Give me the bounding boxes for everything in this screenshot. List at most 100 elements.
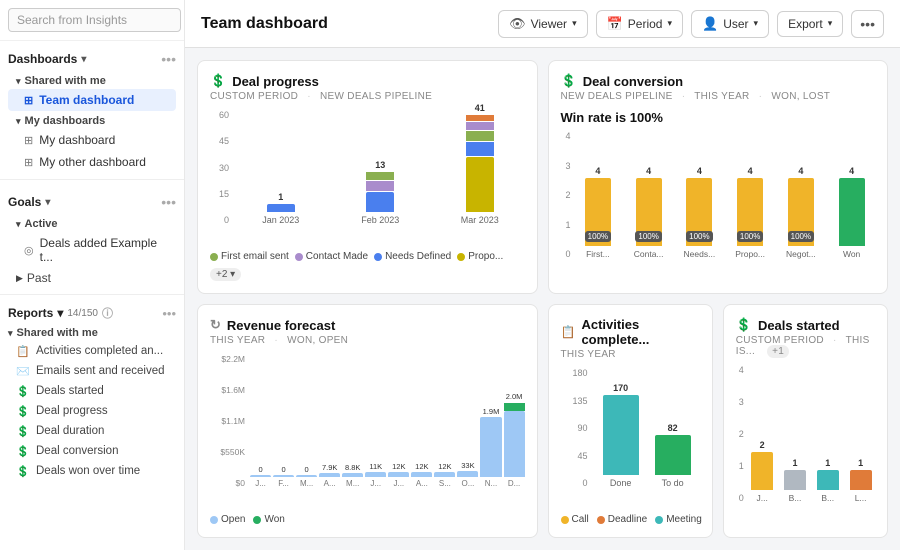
deals-started-chart-area: 2 J... 1 B... 1 B...	[748, 365, 875, 503]
viewer-chevron-icon: ▾	[572, 18, 577, 29]
my-dashboards-chevron-icon: ▾	[16, 116, 21, 127]
revenue-forecast-subtitle: THIS YEAR · WON, OPEN	[210, 335, 525, 346]
deal-conversion-card: 💲 Deal conversion NEW DEALS PIPELINE · T…	[548, 60, 889, 294]
dashboard-icon: ⊞	[24, 94, 33, 107]
revenue-icon: ↻	[210, 317, 221, 333]
dashboards-more-icon[interactable]: •••	[161, 51, 176, 67]
sidebar-report-item-3[interactable]: 💲Deal progress	[0, 401, 184, 421]
conv-y-axis: 43210	[561, 131, 573, 259]
reports-title[interactable]: Reports ▾ 14/150 ⓘ	[8, 305, 113, 321]
goal-icon: ◎	[24, 244, 34, 257]
win-rate-label: Win rate is 100%	[561, 110, 876, 125]
goals-header[interactable]: Goals ▾ •••	[8, 190, 176, 214]
sidebar-report-item-0[interactable]: 📋Activities completed an...	[0, 341, 184, 361]
user-icon: 👤	[702, 16, 718, 32]
search-input[interactable]	[8, 8, 181, 32]
activities-card: 📋 Activities complete... THIS YEAR 18013…	[548, 304, 713, 538]
ds-y-axis: 43210	[736, 365, 746, 503]
goals-more-icon[interactable]: •••	[161, 194, 176, 210]
sidebar-item-other-dashboard[interactable]: ⊞ My other dashboard	[8, 151, 176, 173]
deals-started-title: 💲 Deals started	[736, 317, 875, 333]
sidebar-report-item-2[interactable]: 💲Deals started	[0, 381, 184, 401]
topbar: Team dashboard 👁 Viewer ▾ 📅 Period ▾ 👤 U…	[185, 0, 900, 48]
deals-started-filter[interactable]: +1	[767, 345, 789, 358]
report-icon-4: 💲	[16, 424, 30, 438]
deal-conversion-subtitle: NEW DEALS PIPELINE · THIS YEAR · WON, LO…	[561, 91, 876, 102]
deal-progress-card: 💲 Deal progress CUSTOM PERIOD · NEW DEAL…	[197, 60, 538, 294]
search-bar: +	[0, 0, 184, 41]
page-title: Team dashboard	[201, 15, 490, 33]
period-chevron-icon: ▾	[667, 18, 672, 29]
conversion-chart-area: 4 100% First... 4 100%	[575, 131, 876, 259]
past-group[interactable]: ▶ Past	[8, 268, 176, 288]
revenue-forecast-card: ↻ Revenue forecast THIS YEAR · WON, OPEN…	[197, 304, 538, 538]
report-icon-2: 💲	[16, 384, 30, 398]
dashboards-header[interactable]: Dashboards ▾ •••	[8, 47, 176, 71]
deals-started-subtitle: CUSTOM PERIOD · THIS IS... +1	[736, 335, 875, 357]
revenue-legend: Open Won	[210, 514, 525, 525]
deal-conversion-icon: 💲	[561, 73, 577, 89]
report-icon-0: 📋	[16, 344, 30, 358]
deal-conversion-title: 💲 Deal conversion	[561, 73, 876, 89]
viewer-icon: 👁	[509, 16, 526, 32]
deal-progress-title: 💲 Deal progress	[210, 73, 525, 89]
period-button[interactable]: 📅 Period ▾	[596, 10, 683, 38]
period-icon: 📅	[607, 16, 623, 32]
bottom-right-grid: 📋 Activities complete... THIS YEAR 18013…	[548, 304, 889, 538]
viewer-button[interactable]: 👁 Viewer ▾	[498, 10, 588, 38]
activities-legend: Call Deadline Meeting	[561, 514, 700, 525]
legend-more-button[interactable]: +2 ▾	[210, 268, 241, 281]
active-group[interactable]: ▾ Active	[8, 214, 176, 232]
more-options-button[interactable]: •••	[851, 10, 884, 38]
dashboards-title: Dashboards ▾	[8, 52, 86, 66]
revenue-forecast-title: ↻ Revenue forecast	[210, 317, 525, 333]
report-icon-5: 💲	[16, 444, 30, 458]
sidebar-report-item-1[interactable]: ✉️Emails sent and received	[0, 361, 184, 381]
report-icon-3: 💲	[16, 404, 30, 418]
activities-icon: 📋	[561, 325, 576, 339]
report-icon-6: 💲	[16, 464, 30, 478]
shared-with-me-group[interactable]: ▾ Shared with me	[8, 71, 176, 89]
reports-info-icon: ⓘ	[102, 305, 113, 321]
my-dashboard-icon: ⊞	[24, 134, 33, 147]
dashboards-section: Dashboards ▾ ••• ▾ Shared with me ⊞ Team…	[0, 41, 184, 175]
goals-chevron-icon: ▾	[45, 197, 50, 208]
user-chevron-icon: ▾	[754, 18, 759, 29]
main-content: Team dashboard 👁 Viewer ▾ 📅 Period ▾ 👤 U…	[185, 0, 900, 550]
sidebar-report-item-6[interactable]: 💲Deals won over time	[0, 461, 184, 481]
sidebar-item-team-dashboard[interactable]: ⊞ Team dashboard	[8, 89, 176, 111]
sidebar-report-item-4[interactable]: 💲Deal duration	[0, 421, 184, 441]
sidebar-item-deals-added[interactable]: ◎ Deals added Example t...	[8, 232, 176, 268]
activities-subtitle: THIS YEAR	[561, 349, 700, 360]
reports-shared-chevron-icon: ▾	[8, 328, 13, 339]
user-button[interactable]: 👤 User ▾	[691, 10, 769, 38]
dashboards-chevron-icon: ▾	[81, 54, 86, 65]
deals-started-icon: 💲	[736, 317, 752, 333]
reports-chevron-icon: ▾	[57, 306, 63, 320]
deals-started-card: 💲 Deals started CUSTOM PERIOD · THIS IS.…	[723, 304, 888, 538]
rev-y-axis: $2.2M$1.6M$1.1M$550K$0	[210, 354, 248, 488]
active-chevron-icon: ▾	[16, 219, 21, 230]
reports-actions: •••	[162, 306, 176, 321]
reports-shared-label[interactable]: ▾ Shared with me	[0, 323, 184, 341]
past-chevron-icon: ▶	[16, 273, 23, 284]
sidebar-report-item-5[interactable]: 💲Deal conversion	[0, 441, 184, 461]
other-dashboard-icon: ⊞	[24, 156, 33, 169]
reports-header: Reports ▾ 14/150 ⓘ •••	[0, 299, 184, 323]
sidebar: + Dashboards ▾ ••• ▾ Shared with me ⊞ Te…	[0, 0, 185, 550]
activities-chart-area: 170 Done 82 To do	[594, 368, 700, 488]
goals-section: Goals ▾ ••• ▾ Active ◎ Deals added Examp…	[0, 184, 184, 290]
report-list: 📋Activities completed an...✉️Emails sent…	[0, 341, 184, 481]
deal-progress-subtitle: CUSTOM PERIOD · NEW DEALS PIPELINE	[210, 91, 525, 102]
sidebar-item-my-dashboard[interactable]: ⊞ My dashboard	[8, 129, 176, 151]
rev-chart-area: 0J... 0F... 0M... 7.9KA... 8.8KM... 11KJ…	[250, 354, 525, 488]
activities-title: 📋 Activities complete...	[561, 317, 700, 347]
y-axis: 604530150	[210, 110, 232, 225]
act-y-axis: 18013590450	[561, 368, 591, 488]
my-dashboards-group[interactable]: ▾ My dashboards	[8, 111, 176, 129]
reports-more-icon[interactable]: •••	[162, 306, 176, 321]
shared-chevron-icon: ▾	[16, 76, 21, 87]
export-button[interactable]: Export ▾	[777, 11, 843, 37]
goals-title: Goals ▾	[8, 195, 50, 209]
dashboard-grid: 💲 Deal progress CUSTOM PERIOD · NEW DEAL…	[185, 48, 900, 550]
